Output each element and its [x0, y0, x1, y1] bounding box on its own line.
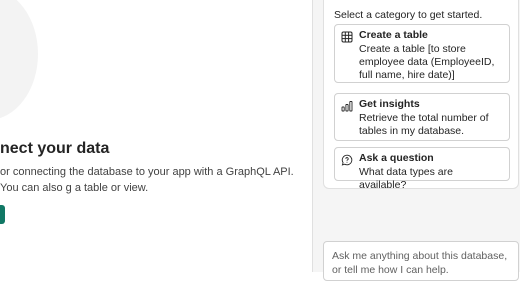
- suggestion-description: Create a table [to store employee data (…: [359, 43, 495, 81]
- chart-icon: [341, 99, 353, 112]
- copilot-pane: Select a category to get started. Create…: [313, 0, 520, 281]
- suggestions-card: Select a category to get started. Create…: [323, 0, 519, 191]
- connect-description: or connecting the database to your app w…: [0, 166, 294, 194]
- primary-action-button[interactable]: [0, 205, 5, 224]
- suggestion-description: Retrieve the total number of tables in m…: [359, 112, 489, 137]
- chat-question-icon: [341, 153, 353, 166]
- database-illustration: [0, 0, 38, 120]
- suggestion-ask-question[interactable]: Ask a question What data types are avail…: [334, 147, 510, 191]
- connect-title: nect your data: [0, 140, 110, 157]
- connect-data-panel: nect your data or connecting the databas…: [0, 0, 312, 272]
- instruction-text: Select a category to get started.: [334, 9, 483, 21]
- suggestion-title: Create a table: [359, 29, 428, 41]
- table-icon: [341, 30, 353, 43]
- suggestion-title: Get insights: [359, 98, 420, 110]
- suggestion-create-table[interactable]: Create a table Create a table [to store …: [334, 24, 510, 83]
- suggestion-get-insights[interactable]: Get insights Retrieve the total number o…: [334, 93, 510, 141]
- chat-input[interactable]: Ask me anything about this database, or …: [323, 241, 519, 281]
- suggestion-title: Ask a question: [359, 152, 434, 164]
- suggestion-description: What data types are available?: [359, 166, 453, 191]
